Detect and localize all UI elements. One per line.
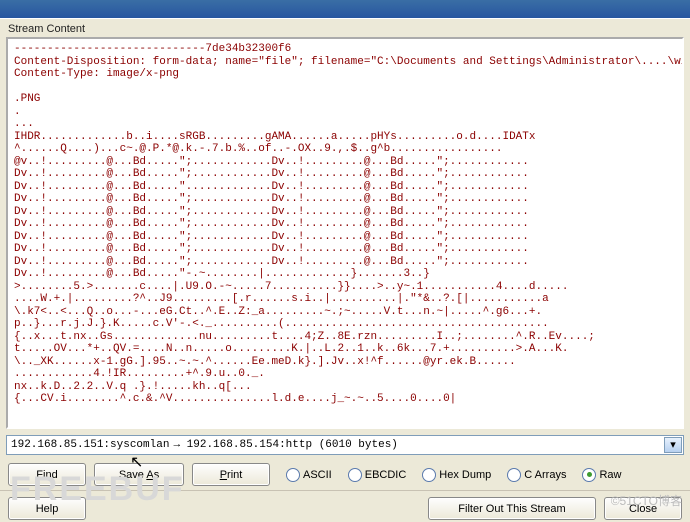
stream-selector[interactable]: 192.168.85.151:syscomlan → 192.168.85.15… [6, 435, 684, 455]
ascii-radio[interactable]: ASCII [286, 468, 332, 482]
ebcdic-radio[interactable]: EBCDIC [348, 468, 407, 482]
chevron-down-icon[interactable]: ▾ [664, 437, 682, 453]
window-titlebar [0, 0, 690, 18]
radio-icon [507, 468, 521, 482]
help-button[interactable]: Help [8, 497, 86, 520]
bottom-toolbar: Help Filter Out This Stream Close [0, 490, 690, 522]
toolbar: Find Save As Print ASCII EBCDIC Hex Dump… [0, 459, 690, 490]
byte-count: (6010 bytes) [319, 439, 398, 451]
radio-icon [286, 468, 300, 482]
filter-out-button[interactable]: Filter Out This Stream [428, 497, 596, 520]
src-endpoint: 192.168.85.151:syscomlan [11, 439, 169, 451]
dst-endpoint: 192.168.85.154:http [187, 439, 312, 451]
carrays-radio[interactable]: C Arrays [507, 468, 566, 482]
radio-icon [582, 468, 596, 482]
close-button[interactable]: Close [604, 497, 682, 520]
section-label: Stream Content [0, 18, 690, 37]
radio-icon [348, 468, 362, 482]
hexdump-radio[interactable]: Hex Dump [422, 468, 491, 482]
print-button[interactable]: Print [192, 463, 270, 486]
stream-content[interactable]: -----------------------------7de34b32300… [6, 37, 684, 429]
raw-radio[interactable]: Raw [582, 468, 621, 482]
find-button[interactable]: Find [8, 463, 86, 486]
arrow-icon: → [173, 439, 180, 451]
save-as-button[interactable]: Save As [94, 463, 184, 486]
radio-icon [422, 468, 436, 482]
